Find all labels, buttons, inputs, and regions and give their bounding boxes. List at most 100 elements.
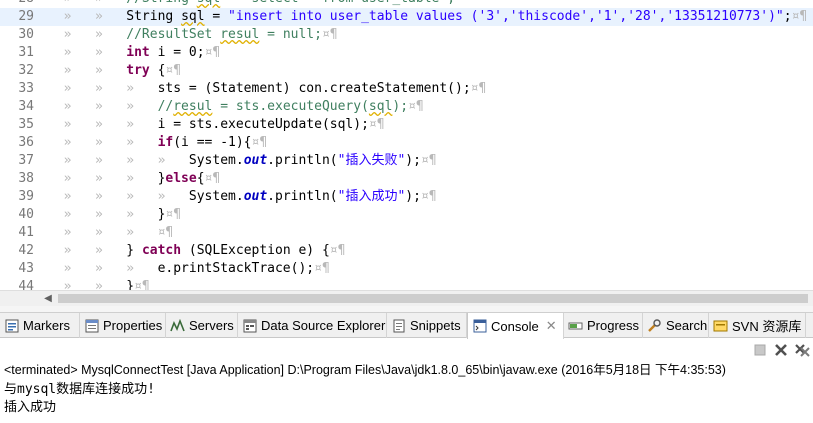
code-token: } xyxy=(126,279,135,290)
tab-snippets[interactable]: Snippets xyxy=(387,313,467,338)
code-token: else xyxy=(165,171,197,186)
code-token: » » xyxy=(48,45,127,60)
scrollbar-thumb[interactable] xyxy=(58,294,808,303)
code-token: ¤¶ xyxy=(134,279,150,290)
code-editor[interactable]: 28 » » //String sql = "select * from use… xyxy=(0,0,813,290)
servers-icon xyxy=(170,318,185,333)
code-text: » » } catch (SQLException e) {¤¶ xyxy=(48,242,346,260)
code-line[interactable]: 39 » » » » System.out.println("插入成功");¤¶ xyxy=(0,188,813,206)
tab-label: Servers xyxy=(189,318,234,333)
code-line[interactable]: 40 » » » }¤¶ xyxy=(0,206,813,224)
code-token: sql xyxy=(368,99,393,114)
scroll-left-arrow-icon[interactable]: ◀ xyxy=(40,291,56,306)
line-number: 41 xyxy=(18,225,34,240)
tab-label: Search xyxy=(666,318,708,333)
code-token: out xyxy=(243,153,268,168)
code-token: ¤¶ xyxy=(420,189,437,204)
properties-icon xyxy=(84,318,99,333)
code-token: ); xyxy=(405,189,421,204)
line-number: 33 xyxy=(18,81,34,96)
code-token: ¤¶ xyxy=(314,261,330,276)
progress-icon xyxy=(568,318,583,333)
tab-console[interactable]: Console ✕ xyxy=(467,313,564,339)
code-line[interactable]: 41 » » » ¤¶ xyxy=(0,224,813,242)
code-token: ¤¶ xyxy=(408,99,424,114)
code-line[interactable]: 36 » » » if(i == -1){¤¶ xyxy=(0,134,813,152)
code-token: if xyxy=(157,135,174,150)
tab-label: Console xyxy=(491,318,539,334)
line-number: 43 xyxy=(18,261,34,276)
console-view[interactable]: <terminated> MysqlConnectTest [Java Appl… xyxy=(0,339,813,423)
code-line[interactable]: 44 » » }¤¶ xyxy=(0,278,813,290)
tab-label: Markers xyxy=(23,318,70,333)
code-token: ¤¶ xyxy=(204,171,221,186)
code-token: int xyxy=(126,45,150,60)
code-line[interactable]: 28 » » //String sql = "select * from use… xyxy=(0,0,813,8)
code-token: { xyxy=(149,63,166,78)
code-line[interactable]: 37 » » » » System.out.println("插入失败");¤¶ xyxy=(0,152,813,170)
line-number: 28 xyxy=(0,0,38,8)
editor-horizontal-scrollbar[interactable]: ◀ xyxy=(0,290,813,306)
tab-label: Progress xyxy=(587,318,640,333)
line-number: 30 xyxy=(18,27,34,42)
code-token: sql xyxy=(181,9,205,24)
code-token: "插入成功" xyxy=(337,189,406,204)
code-line[interactable]: 34 » » » //resul = sts.executeQuery(sql)… xyxy=(0,98,813,116)
code-token: » » xyxy=(48,27,127,42)
code-text: » » » }else{¤¶ xyxy=(48,170,221,188)
line-number: 42 xyxy=(18,243,34,258)
code-token: resul xyxy=(173,99,213,114)
tab-label: SVN 资源库 xyxy=(732,319,802,334)
code-line[interactable]: 42 » » } catch (SQLException e) {¤¶ xyxy=(0,242,813,260)
tab-svn[interactable]: SVN 资源库 xyxy=(709,313,806,338)
console-toolbar xyxy=(0,339,813,360)
line-number: 36 xyxy=(18,135,34,150)
code-token: » » » xyxy=(48,81,158,96)
code-line[interactable]: 35 » » » i = sts.executeUpdate(sql);¤¶ xyxy=(0,116,813,134)
stop-icon[interactable] xyxy=(752,342,768,358)
remove-launch-icon[interactable] xyxy=(773,342,789,358)
code-line[interactable]: 29 » » String sql = "insert into user_ta… xyxy=(0,8,813,26)
code-token: catch xyxy=(141,243,182,258)
code-line[interactable]: 31 » » int i = 0;¤¶ xyxy=(0,44,813,62)
code-token: // xyxy=(157,99,174,114)
code-token: » » » xyxy=(48,135,158,150)
tab-properties[interactable]: Properties xyxy=(80,313,166,338)
line-number: 38 xyxy=(18,171,34,186)
code-text: » » » ¤¶ xyxy=(48,224,174,242)
code-token: ); xyxy=(405,153,421,168)
tab-markers[interactable]: Markers xyxy=(0,313,80,338)
code-token: ¤¶ xyxy=(470,81,487,96)
console-output-line: 与mysql数据库连接成功! xyxy=(4,382,155,397)
code-token: » » » xyxy=(48,99,158,114)
code-token: resul xyxy=(220,27,260,42)
code-token: ); xyxy=(392,99,409,114)
close-icon[interactable]: ✕ xyxy=(546,318,557,334)
code-line[interactable]: 33 » » » sts = (Statement) con.createSta… xyxy=(0,80,813,98)
tab-progress[interactable]: Progress xyxy=(564,313,643,338)
code-line[interactable]: 30 » » //ResultSet resul = null;¤¶ xyxy=(0,26,813,44)
code-line[interactable]: 38 » » » }else{¤¶ xyxy=(0,170,813,188)
code-token: » » » xyxy=(48,261,158,276)
code-token: { xyxy=(196,171,205,186)
code-token: (i == -1){ xyxy=(173,135,252,150)
code-token: } xyxy=(126,243,142,258)
remove-all-icon[interactable] xyxy=(794,342,810,358)
code-token: ; xyxy=(783,9,792,24)
code-token: » » xyxy=(48,243,127,258)
code-text: » » int i = 0;¤¶ xyxy=(48,44,221,62)
console-output-line: 插入成功 xyxy=(4,400,57,415)
tab-search[interactable]: Search xyxy=(643,313,709,338)
code-line[interactable]: 43 » » » e.printStackTrace();¤¶ xyxy=(0,260,813,278)
code-token: ¤¶ xyxy=(420,153,437,168)
tab-servers[interactable]: Servers xyxy=(166,313,238,338)
code-token: » » xyxy=(48,63,127,78)
code-token: = sts.executeQuery( xyxy=(212,99,369,114)
panel-divider[interactable] xyxy=(0,306,813,313)
line-number: 34 xyxy=(18,99,34,114)
code-token: ¤¶ xyxy=(165,63,182,78)
tab-data-source-explorer[interactable]: Data Source Explorer xyxy=(238,313,387,338)
code-token: ¤¶ xyxy=(791,9,808,24)
code-line[interactable]: 32 » » try {¤¶ xyxy=(0,62,813,80)
line-number: 37 xyxy=(18,153,34,168)
